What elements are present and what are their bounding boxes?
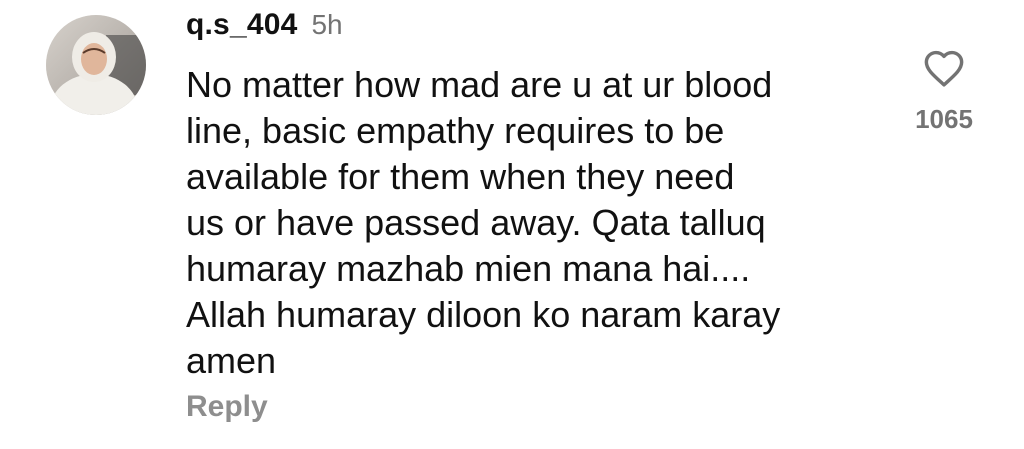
heart-outline-icon[interactable]	[922, 48, 966, 88]
username-link[interactable]: q.s_404	[186, 8, 297, 42]
comment-item: q.s_404 5h No matter how mad are u at ur…	[0, 0, 1024, 449]
avatar-image	[46, 15, 146, 115]
avatar[interactable]	[46, 15, 146, 115]
timestamp: 5h	[311, 9, 343, 40]
like-control: 1065	[904, 48, 984, 135]
comment-header: q.s_404 5h	[186, 8, 343, 42]
like-count: 1065	[915, 104, 973, 134]
reply-button[interactable]: Reply	[186, 390, 268, 424]
comment-text: No matter how mad are u at ur blood line…	[186, 64, 781, 381]
